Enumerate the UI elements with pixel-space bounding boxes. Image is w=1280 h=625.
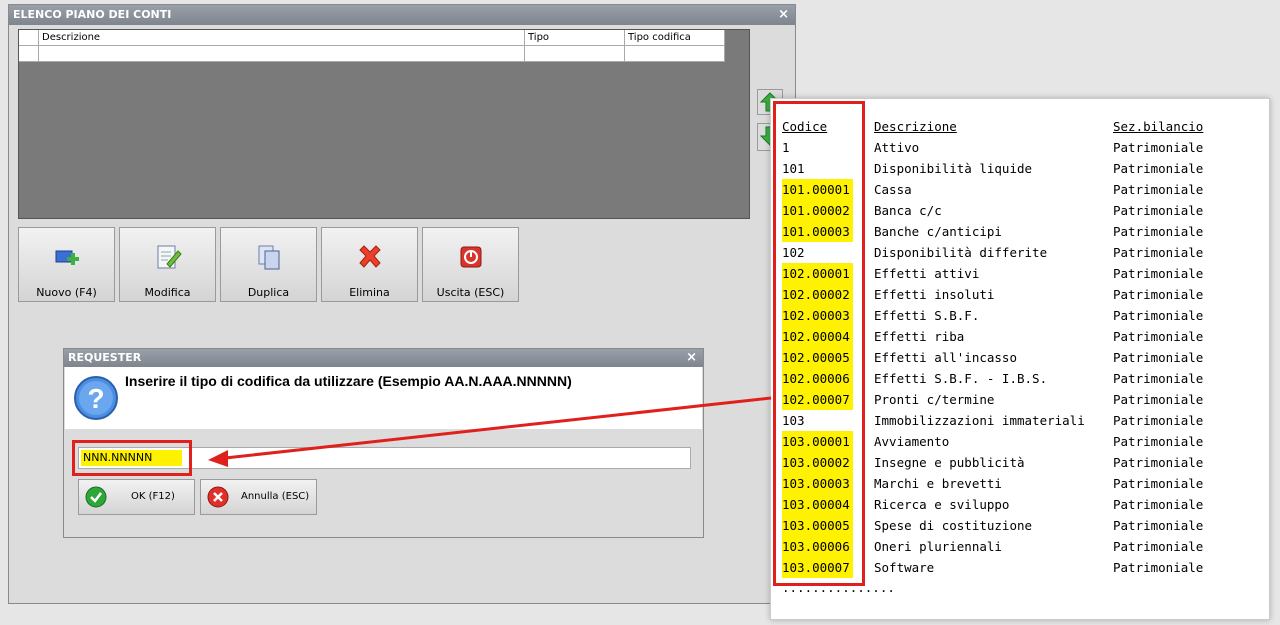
- callout-arrow-icon: [208, 396, 772, 467]
